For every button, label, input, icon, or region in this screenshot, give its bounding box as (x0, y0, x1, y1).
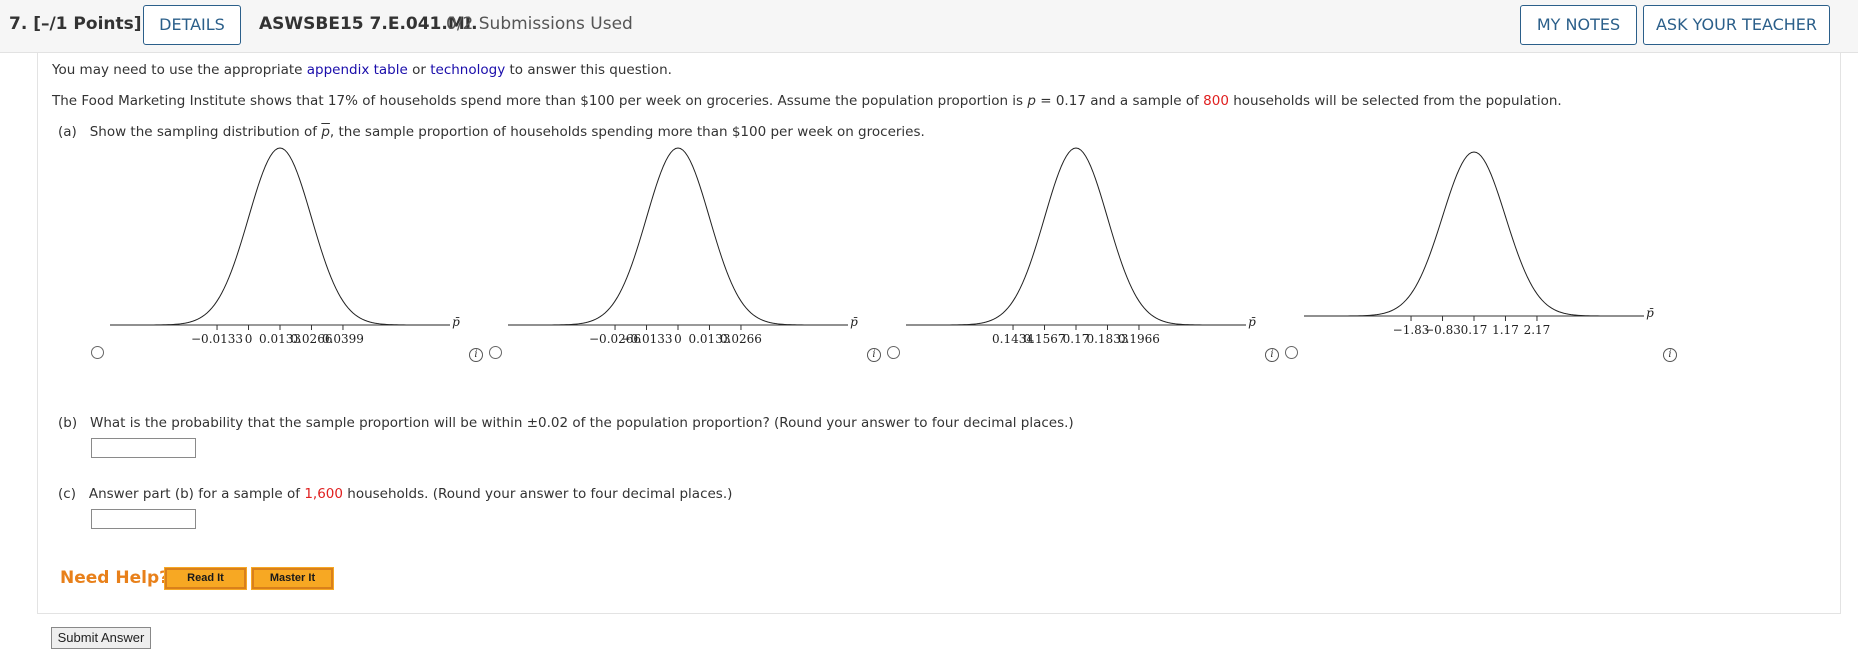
axis-label-pbar: p̄ (452, 315, 460, 329)
question-number: 7. [–/1 Points] (9, 14, 142, 34)
info-icon[interactable]: i (469, 348, 483, 362)
tick-label: 0 (245, 332, 253, 346)
part-b-answer-input[interactable] (91, 438, 196, 458)
tick-label: −0.83 (1424, 323, 1461, 337)
part-c-answer-input[interactable] (91, 509, 196, 529)
axis-label-pbar: p̄ (1248, 315, 1256, 329)
p-symbol: p (1027, 93, 1036, 109)
master-it-button[interactable]: Master It (251, 567, 334, 590)
my-notes-button[interactable]: MY NOTES (1520, 5, 1637, 45)
tick-label: 2.17 (1524, 323, 1551, 337)
problem-text-2: = 0.17 and a sample of (1035, 93, 1204, 109)
normal-curve (508, 147, 848, 326)
part-b-label: (b) (58, 415, 78, 431)
part-b-question: (b) What is the probability that the sam… (58, 415, 1074, 431)
assignment-id: ASWSBE15 7.E.041.MI. (259, 14, 478, 34)
distribution-plot-4: −1.83 −0.83 0.17 1.17 2.17 p̄ (1294, 140, 1654, 370)
normal-curve (906, 147, 1246, 326)
tick-label: 0.1567 (1024, 332, 1066, 346)
tick-label: 1.17 (1492, 323, 1519, 337)
info-icon[interactable]: i (1663, 348, 1677, 362)
distribution-plot-3: 0.1434 0.1567 0.17 0.1833 0.1966 p̄ (896, 140, 1256, 370)
part-a-text-1: Show the sampling distribution of (89, 124, 322, 140)
appendix-table-link[interactable]: appendix table (307, 62, 408, 78)
option-1-radio[interactable] (91, 346, 104, 359)
part-a-question: (a) Show the sampling distribution of p,… (58, 124, 925, 140)
p-bar-symbol: p (321, 124, 330, 140)
part-b-text: What is the probability that the sample … (89, 415, 1074, 431)
axis-label-pbar: p̄ (850, 315, 858, 329)
part-c-text-2: households. (Round your answer to four d… (342, 486, 733, 502)
tick-label: 0.17 (1063, 332, 1090, 346)
intro-mid: or (407, 62, 431, 78)
part-a-text-2: , the sample proportion of households sp… (329, 124, 925, 140)
normal-curve (110, 147, 450, 326)
distribution-plot-1: −0.0133 0 0.0133 0.0266 0.0399 p̄ (100, 140, 460, 370)
tick-label: 0.0399 (322, 332, 364, 346)
read-it-button[interactable]: Read It (164, 567, 247, 590)
sample-size-800: 800 (1203, 93, 1229, 109)
part-c-question: (c) Answer part (b) for a sample of 1,60… (58, 486, 732, 502)
plot-svg-3: 0.14340.15670.170.18330.1966p̄ (906, 147, 1256, 346)
option-3-radio[interactable] (887, 346, 900, 359)
problem-statement: The Food Marketing Institute shows that … (52, 93, 1562, 109)
part-c-text-1: Answer part (b) for a sample of (88, 486, 305, 502)
tick-label: 0.17 (1461, 323, 1488, 337)
sample-size-1600: 1,600 (304, 486, 343, 502)
submit-answer-button[interactable]: Submit Answer (51, 627, 151, 649)
part-c-label: (c) (58, 486, 76, 502)
plot-svg-1: −0.0133 0 0.01330.02660.0399p̄ (110, 147, 460, 346)
tick-label: 0.0266 (720, 332, 762, 346)
tick-label: 0 (674, 332, 682, 346)
tick-label: 0.1966 (1118, 332, 1160, 346)
option-2-radio[interactable] (489, 346, 502, 359)
submissions-used: 0/2 Submissions Used (446, 14, 633, 34)
technology-link[interactable]: technology (430, 62, 505, 78)
distribution-plot-2: −0.0266 −0.0133 0 0.0133 0.0266 p̄ (498, 140, 858, 370)
intro-text: You may need to use the appropriate appe… (52, 62, 672, 78)
part-a-label: (a) (58, 124, 77, 140)
tick-label: −0.0133 (191, 332, 243, 346)
option-4-radio[interactable] (1285, 346, 1298, 359)
details-button[interactable]: DETAILS (143, 5, 241, 45)
plot-svg-2: −0.0266−0.0133 0 0.01330.0266p̄ (508, 147, 858, 346)
plot-svg-4: −1.83−0.83 0.17 1.17 2.17p̄ (1304, 151, 1654, 337)
need-help-label: Need Help? (60, 568, 169, 588)
intro-pre: You may need to use the appropriate (52, 62, 307, 78)
question-header: 7. [–/1 Points] DETAILS ASWSBE15 7.E.041… (0, 0, 1858, 53)
problem-text-3: households will be selected from the pop… (1228, 93, 1562, 109)
normal-curve (1304, 151, 1644, 317)
info-icon[interactable]: i (1265, 348, 1279, 362)
problem-text-1: The Food Marketing Institute shows that … (52, 93, 1028, 109)
intro-post: to answer this question. (505, 62, 672, 78)
tick-label: −0.0133 (620, 332, 672, 346)
info-icon[interactable]: i (867, 348, 881, 362)
axis-label-pbar: p̄ (1646, 306, 1654, 320)
ask-teacher-button[interactable]: ASK YOUR TEACHER (1643, 5, 1830, 45)
